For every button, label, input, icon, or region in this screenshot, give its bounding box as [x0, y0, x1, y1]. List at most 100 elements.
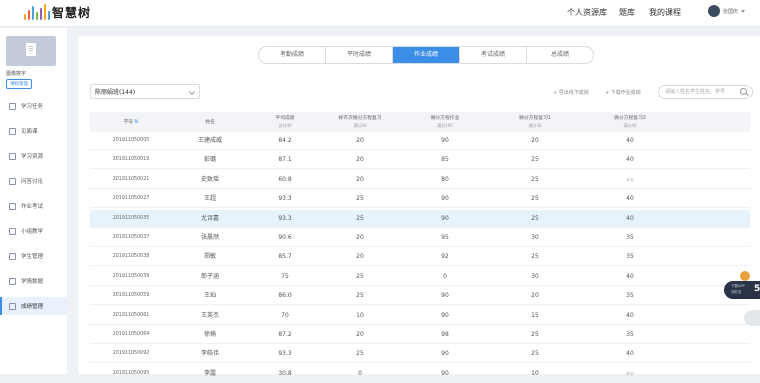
sidebar-item-label: 成绩管理: [21, 304, 44, 310]
ode-review2-score: 35: [626, 234, 634, 241]
logo-text[interactable]: 智慧树: [52, 4, 91, 21]
sort-icon[interactable]: ⇅: [134, 119, 138, 126]
resource-icon: [9, 152, 16, 160]
ode-review2-score: 未交: [626, 176, 634, 182]
column-title: 微分方程作业: [430, 116, 460, 121]
data-icon: [9, 277, 16, 285]
table-row[interactable]: 201911050037 张晨然 90.6 20 95 30 35: [90, 229, 750, 247]
sidebar-item-task[interactable]: 学习任务: [0, 97, 67, 115]
sidebar-item-grade[interactable]: 成绩管理: [0, 297, 67, 315]
sidebar-item-resource[interactable]: 学习资源: [0, 147, 67, 165]
ode-review1-score: 25: [531, 195, 539, 203]
student-name[interactable]: 王英杰: [180, 307, 240, 325]
column-title-wrap: 学号⇅: [96, 119, 166, 126]
average-score: 93.3: [278, 195, 292, 203]
average-score: 60.8: [278, 175, 292, 183]
sidebar-item-data[interactable]: 学情数据: [0, 272, 67, 290]
help-icon[interactable]: [744, 310, 760, 326]
course-name: 图像数字: [6, 71, 27, 77]
tab-attendance[interactable]: 考勤成绩: [259, 47, 326, 63]
table-row[interactable]: 201911050021 史致瑶 60.8 20 80 25 未交: [90, 171, 750, 189]
column-title: 姓名: [205, 119, 215, 125]
student-name[interactable]: 尤诗嘉: [180, 210, 240, 228]
sidebar-item-discussion[interactable]: 问答讨论: [0, 172, 67, 190]
ode-review1-score: 25: [531, 175, 539, 183]
student-name[interactable]: 彭璐: [180, 151, 240, 169]
ode-homework-score: 92: [441, 253, 449, 261]
table-row[interactable]: 201911050092 李皓伟 93.3 25 90 25 40: [90, 345, 750, 364]
column-header: 微分方程复习1 满分30: [510, 112, 560, 132]
course-cover[interactable]: [6, 36, 56, 66]
ode-review1-score: 30: [531, 272, 539, 280]
student-id: 201911050092: [112, 351, 150, 357]
sidebar-item-student[interactable]: 学生管理: [0, 247, 67, 265]
student-name[interactable]: 郎子涵: [180, 268, 240, 286]
logo-icon[interactable]: [24, 4, 50, 20]
chevron-down-icon: [741, 9, 746, 13]
average-score: 85.7: [278, 253, 292, 261]
tab-regular[interactable]: 平时成绩: [326, 47, 393, 63]
ode-review1-score: 25: [531, 253, 539, 261]
logo-bar: [28, 10, 30, 20]
student-name[interactable]: 王建成威: [180, 132, 240, 150]
table-row[interactable]: 201911050005 王建成威 84.2 20 90 20 40: [90, 132, 750, 150]
sidebar-item-meeting[interactable]: 见面课: [0, 122, 67, 140]
nav-my-courses[interactable]: 我的课程: [649, 7, 681, 18]
sidebar-item-group[interactable]: 小组教学: [0, 222, 67, 240]
table-row[interactable]: 201911050035 尤诗嘉 93.3 25 90 25 40: [90, 209, 750, 228]
grade-icon: [9, 302, 16, 310]
column-header[interactable]: 学号⇅: [96, 112, 166, 132]
sidebar-item-exam[interactable]: 作业考试: [0, 197, 67, 215]
course-manage-button[interactable]: 课程管理: [6, 79, 32, 89]
badge-number: 5: [754, 284, 760, 294]
download-homework-grades-button[interactable]: + 下载作业成绩: [605, 89, 641, 96]
student-name[interactable]: 李皓伟: [180, 345, 240, 363]
table-header: 学号⇅ 姓名 平均成绩 总分40 样齐次微分方程复习 满分20 微分方程作业 满分100 微分方…: [90, 112, 750, 132]
student-name[interactable]: 徐楠: [180, 326, 240, 344]
table-row[interactable]: 201911050059 王灿 86.0 25 90 20 35: [90, 287, 750, 306]
ode-review-score: 25: [356, 195, 364, 203]
class-select[interactable]: 陈丽娟班(144): [90, 84, 200, 99]
grade-tabs: 考勤成绩 平时成绩 作业成绩 考试成绩 总成绩: [258, 46, 594, 64]
ode-review2-score: 40: [626, 195, 634, 203]
search-placeholder: 请输入姓名学生姓名、学号: [665, 89, 726, 95]
table-row[interactable]: 201911050027 王超 93.3 25 90 25 40: [90, 190, 750, 209]
student-name[interactable]: 王灿: [180, 287, 240, 305]
nav-resource-library[interactable]: 个人资源库: [567, 7, 607, 18]
table-row[interactable]: 201911050061 王英杰 70 10 90 15 40: [90, 307, 750, 325]
gift-icon[interactable]: [740, 271, 750, 281]
student-id: 201911050038: [112, 254, 150, 260]
logo-bar: [40, 8, 42, 20]
logo-bar: [44, 4, 46, 20]
student-name[interactable]: 王超: [180, 190, 240, 208]
tab-exam[interactable]: 考试成绩: [460, 47, 527, 63]
search-icon[interactable]: [740, 88, 747, 95]
student-name[interactable]: 史致瑶: [180, 171, 240, 189]
exam-icon: [9, 202, 16, 210]
column-subtitle: 总分40: [278, 123, 292, 128]
ode-review-score: 20: [356, 137, 364, 144]
tab-homework[interactable]: 作业成绩: [393, 47, 460, 63]
tab-total[interactable]: 总成绩: [527, 47, 593, 63]
average-score: 87.1: [278, 156, 292, 164]
avatar[interactable]: [708, 5, 720, 17]
average-score: 87.2: [278, 331, 292, 338]
table-row[interactable]: 201911050064 徐楠 87.2 20 98 25 35: [90, 326, 750, 344]
search-input[interactable]: 请输入姓名学生姓名、学号: [658, 85, 753, 99]
sidebar-item-label: 学习任务: [21, 104, 44, 110]
ode-homework-score: 90: [441, 292, 449, 300]
student-id: 201911050059: [112, 293, 150, 299]
task-icon: [9, 102, 16, 110]
app-download-widget[interactable]: 下载APP 领红包 5: [724, 281, 760, 299]
table-row[interactable]: 201911050039 郎子涵 75 25 0 30 40: [90, 268, 750, 286]
student-name[interactable]: 郑敏: [180, 248, 240, 266]
export-offline-grades-button[interactable]: + 导出线下成绩: [553, 89, 589, 96]
nav-question-bank[interactable]: 题库: [619, 7, 635, 18]
user-menu[interactable]: 张国庆: [708, 5, 746, 17]
student-name[interactable]: 张晨然: [180, 229, 240, 247]
average-score: 70: [281, 311, 289, 319]
ode-homework-score: 95: [441, 234, 449, 241]
table-row[interactable]: 201911050038 郑敏 85.7 20 92 25 35: [90, 248, 750, 267]
student-id: 201911050027: [112, 196, 150, 202]
table-row[interactable]: 201911050019 彭璐 87.1 20 85 25 40: [90, 151, 750, 170]
